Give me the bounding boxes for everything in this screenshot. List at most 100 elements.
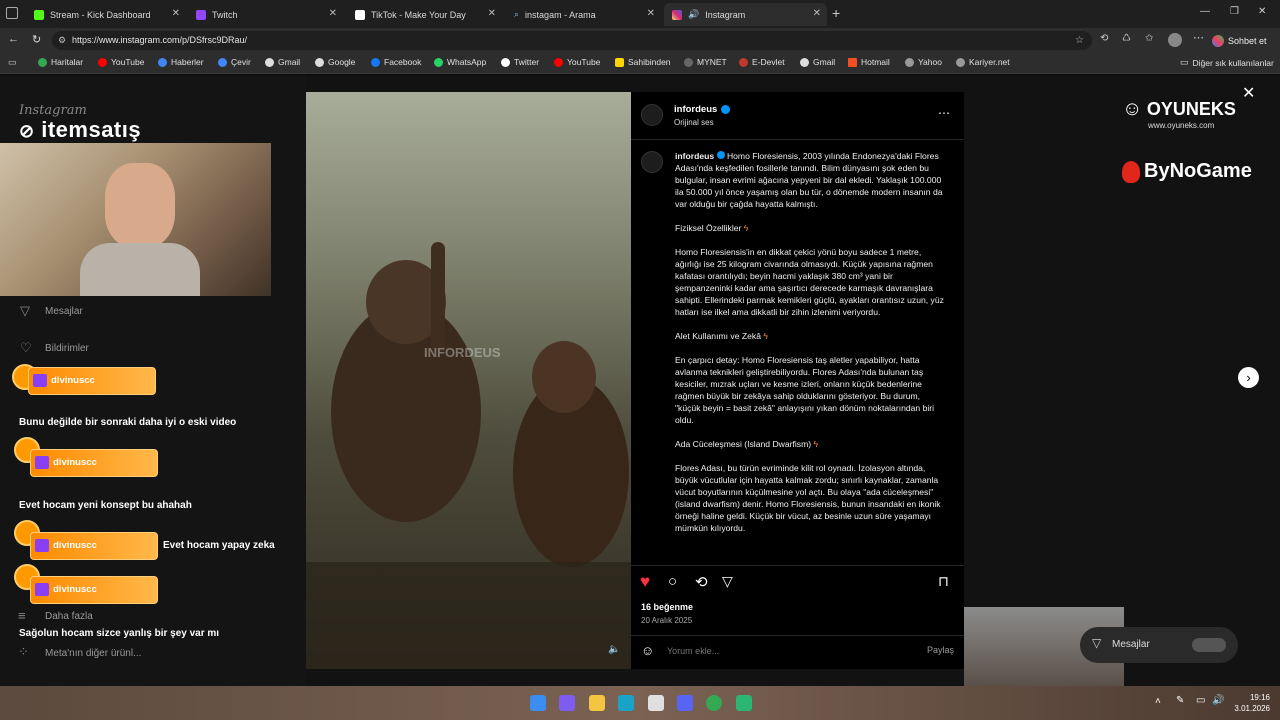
divider bbox=[631, 635, 964, 636]
bookmark-item[interactable]: MYNET bbox=[684, 57, 727, 67]
share-icon[interactable]: ▽ bbox=[722, 573, 733, 590]
chrome-icon[interactable] bbox=[706, 695, 722, 711]
tab-search[interactable]: ⌕ instagam - Arama ✕ bbox=[506, 3, 661, 26]
close-icon[interactable]: ✕ bbox=[813, 8, 821, 19]
edge-icon[interactable] bbox=[618, 695, 634, 711]
bookmark-item[interactable]: Gmail bbox=[265, 57, 300, 67]
tab-twitch[interactable]: Twitch ✕ bbox=[188, 3, 343, 26]
bookmark-item[interactable]: Google bbox=[315, 57, 355, 67]
mynet-icon bbox=[684, 57, 693, 67]
bookmark-item[interactable]: Twitter bbox=[501, 57, 539, 67]
file-explorer-icon[interactable] bbox=[589, 695, 605, 711]
bookmark-item[interactable]: Haritalar bbox=[38, 57, 83, 67]
chat-message: Evet hocam yapay zeka bbox=[163, 540, 275, 551]
bookmark-item[interactable]: Haberler bbox=[158, 57, 204, 67]
share-comment-button[interactable]: Paylaş bbox=[927, 645, 954, 655]
bookmark-item[interactable]: YouTube bbox=[554, 57, 600, 67]
performance-icon[interactable]: ♺ bbox=[1122, 33, 1131, 44]
more-menu-icon[interactable]: ⋯ bbox=[1193, 31, 1204, 44]
nav-messages[interactable]: Mesajlar bbox=[45, 306, 83, 317]
chat-username: divinuscc bbox=[53, 540, 97, 551]
emoji-icon[interactable]: ☺ bbox=[641, 643, 654, 658]
folder-icon: ▭ bbox=[1180, 57, 1189, 67]
next-post-button[interactable]: › bbox=[1238, 367, 1259, 388]
messages-pill[interactable]: ▽ Mesajlar bbox=[1080, 627, 1238, 663]
back-icon[interactable]: ← bbox=[8, 33, 19, 45]
bookmark-item[interactable]: Yahoo bbox=[905, 57, 942, 67]
meta-icon[interactable]: ⁘ bbox=[18, 644, 29, 660]
bookmark-item[interactable]: Gmail bbox=[800, 57, 835, 67]
tab-instagram[interactable]: 🔊 Instagram ✕ bbox=[664, 3, 827, 26]
tab-label: Twitch bbox=[212, 9, 238, 20]
bookmark-item[interactable]: Sahibinden bbox=[615, 57, 671, 67]
like-count[interactable]: 16 beğenme bbox=[641, 602, 693, 612]
caption-username[interactable]: infordeus bbox=[675, 151, 714, 161]
reading-list-icon[interactable]: ▭ bbox=[8, 57, 17, 68]
comment-icon[interactable]: ○ bbox=[668, 573, 677, 590]
tray-chevron-icon[interactable]: ˄ bbox=[1155, 696, 1161, 707]
chat-label: Sohbet et bbox=[1228, 35, 1267, 46]
comment-input[interactable] bbox=[667, 643, 887, 659]
heart-icon[interactable]: ♡ bbox=[20, 340, 32, 356]
twitter-icon bbox=[501, 57, 510, 67]
repost-icon[interactable]: ⟲ bbox=[695, 573, 708, 591]
maximize-icon[interactable]: ❐ bbox=[1230, 6, 1239, 17]
discord-icon[interactable] bbox=[677, 695, 693, 711]
bookmark-item[interactable]: WhatsApp bbox=[434, 57, 486, 67]
clock[interactable]: 19:16 3.01.2026 bbox=[1230, 692, 1270, 714]
bookmark-item[interactable]: Facebook bbox=[371, 57, 421, 67]
close-icon[interactable]: ✕ bbox=[172, 8, 180, 19]
bookmark-label: Google bbox=[328, 57, 356, 67]
new-tab-button[interactable]: + bbox=[832, 5, 840, 21]
username[interactable]: infordeus bbox=[674, 104, 717, 115]
address-bar[interactable]: ⚙ https://www.instagram.com/p/DSfrsc9DRa… bbox=[52, 31, 1092, 50]
close-icon[interactable]: ✕ bbox=[647, 8, 655, 19]
mute-icon[interactable]: 🔈 bbox=[608, 644, 620, 655]
start-icon[interactable] bbox=[530, 695, 546, 711]
pen-icon[interactable]: ✎ bbox=[1176, 695, 1184, 706]
bookmark-item[interactable]: Çevir bbox=[218, 57, 251, 67]
app-icon[interactable] bbox=[736, 695, 752, 711]
audio-label[interactable]: Orijinal ses bbox=[674, 118, 714, 127]
nav-more[interactable]: Daha fazla bbox=[45, 611, 93, 622]
collections-icon[interactable]: ✩ bbox=[1145, 33, 1153, 44]
post-author[interactable]: infordeus bbox=[674, 104, 731, 115]
store-icon[interactable] bbox=[648, 695, 664, 711]
tab-kick[interactable]: Stream - Kick Dashboard ✕ bbox=[26, 3, 186, 26]
other-bookmarks[interactable]: ▭ Diğer sık kullanılanlar bbox=[1180, 57, 1274, 68]
copilot-icon[interactable] bbox=[559, 695, 575, 711]
direct-icon[interactable]: ▽ bbox=[20, 303, 30, 319]
bookmark-item[interactable]: E-Devlet bbox=[739, 57, 785, 67]
tab-tiktok[interactable]: TikTok - Make Your Day ✕ bbox=[347, 3, 502, 26]
extensions-icon[interactable]: ⟲ bbox=[1100, 33, 1108, 44]
close-icon[interactable]: ✕ bbox=[488, 8, 496, 19]
window-close-icon[interactable]: ✕ bbox=[1258, 6, 1266, 17]
bookmark-label: Gmail bbox=[813, 57, 836, 67]
bookmark-item[interactable]: YouTube bbox=[98, 57, 144, 67]
reel-video[interactable]: INFORDEUS 🔈 bbox=[306, 92, 631, 669]
heading-text: Fiziksel Özellikler bbox=[675, 223, 742, 233]
close-icon[interactable]: ✕ bbox=[329, 8, 337, 19]
profile-avatar[interactable] bbox=[1168, 33, 1182, 47]
nav-notifications[interactable]: Bildirimler bbox=[45, 343, 89, 354]
speaker-icon[interactable]: 🔊 bbox=[688, 9, 699, 20]
nav-meta[interactable]: Meta'nın diğer ürünl... bbox=[45, 648, 141, 659]
network-icon[interactable]: ▭ bbox=[1196, 695, 1205, 706]
news-icon bbox=[158, 57, 167, 67]
menu-icon[interactable]: ≡ bbox=[18, 608, 26, 623]
bookmark-item[interactable]: Kariyer.net bbox=[956, 57, 1010, 67]
like-heart-icon[interactable]: ♥ bbox=[640, 572, 650, 592]
minimize-icon[interactable]: — bbox=[1200, 6, 1210, 17]
copilot-chat-button[interactable]: Sohbet et bbox=[1212, 31, 1267, 50]
bookmark-icon[interactable]: ⊓ bbox=[938, 573, 949, 590]
tab-actions-icon[interactable] bbox=[6, 7, 18, 19]
author-avatar[interactable] bbox=[641, 104, 663, 126]
tab-label: TikTok - Make Your Day bbox=[371, 9, 466, 20]
more-options-icon[interactable]: ⋯ bbox=[938, 106, 950, 120]
site-info-icon[interactable]: ⚙ bbox=[58, 31, 66, 50]
caption-avatar[interactable] bbox=[641, 151, 663, 173]
volume-icon[interactable]: 🔊 bbox=[1212, 695, 1224, 706]
favorite-star-icon[interactable]: ☆ bbox=[1075, 31, 1084, 50]
reload-icon[interactable]: ↻ bbox=[32, 33, 41, 46]
bookmark-item[interactable]: Hotmail bbox=[848, 57, 890, 67]
